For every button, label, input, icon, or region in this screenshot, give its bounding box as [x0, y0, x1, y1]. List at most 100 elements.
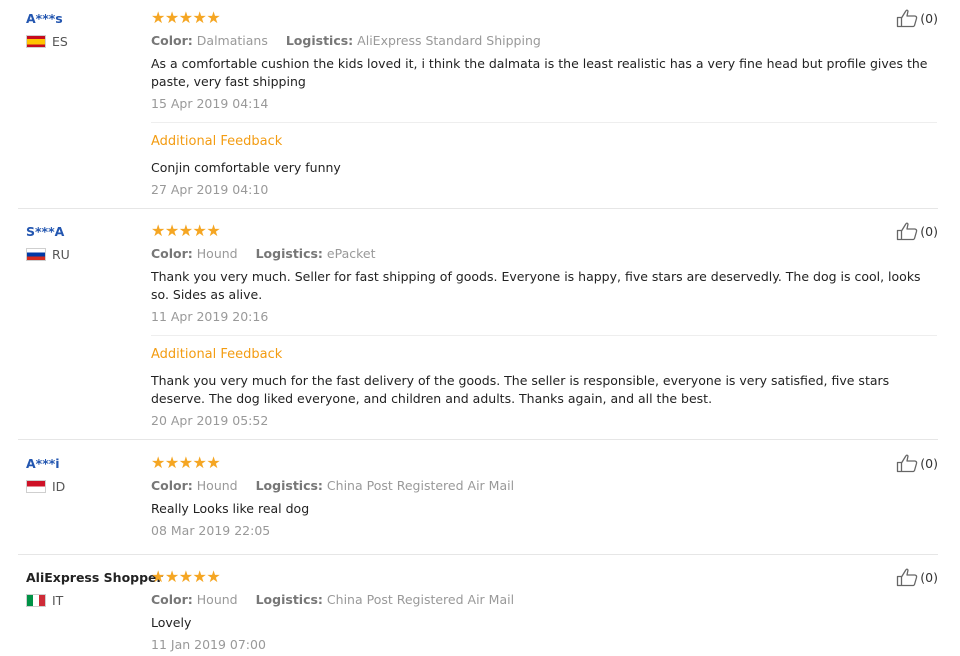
country-code: IT [52, 592, 64, 608]
star-rating: ★★★★★ [151, 10, 937, 26]
star-icon: ★ [206, 453, 221, 472]
star-icon: ★ [178, 221, 193, 240]
thumbs-up-icon [897, 9, 918, 28]
color-value: Hound [196, 592, 238, 607]
additional-feedback-text: Thank you very much for the fast deliver… [151, 373, 890, 406]
review-item: S***A RU ★★★★★ Color: Hound Logistics: e… [0, 221, 960, 440]
star-icon: ★ [151, 8, 165, 27]
reviewer-info: S***A RU [26, 223, 150, 262]
country-code: ES [52, 33, 68, 49]
star-icon: ★ [206, 567, 221, 586]
star-icon: ★ [151, 567, 165, 586]
star-icon: ★ [178, 8, 193, 27]
review-text: Really Looks like real dog [151, 501, 310, 516]
thumbs-up-icon [897, 222, 918, 241]
additional-feedback-title: Additional Feedback [151, 134, 283, 149]
star-icon: ★ [164, 453, 179, 472]
color-label: Color: [151, 592, 193, 607]
color-label: Color: [151, 246, 193, 261]
helpful-button[interactable]: (0) [896, 221, 938, 241]
star-icon: ★ [164, 221, 179, 240]
flag-it-icon [26, 593, 46, 607]
star-icon: ★ [192, 8, 207, 27]
review-content: ★★★★★ Color: Hound Logistics: ePacket Th… [151, 223, 937, 430]
order-attributes: Color: Hound Logistics: China Post Regis… [151, 477, 937, 494]
star-icon: ★ [164, 567, 179, 586]
color-value: Dalmatians [196, 33, 268, 48]
additional-feedback-title: Additional Feedback [151, 347, 283, 362]
star-rating: ★★★★★ [151, 455, 937, 471]
reviewer-info: A***s ES [26, 10, 150, 49]
color-label: Color: [151, 33, 193, 48]
star-icon: ★ [151, 453, 165, 472]
reviewer-info: A***i ID [26, 455, 150, 494]
logistics-value: ePacket [326, 246, 376, 261]
reviewer-country: IT [26, 592, 150, 608]
helpful-count: (0) [920, 455, 938, 471]
flag-es-icon [26, 34, 46, 48]
reviewer-country: RU [26, 246, 150, 262]
review-content: ★★★★★ Color: Hound Logistics: China Post… [151, 455, 937, 540]
review-item: AliExpress Shopper IT ★★★★★ Color: Hound… [0, 567, 960, 656]
reviewer-country: ID [26, 478, 150, 494]
reviewer-name[interactable]: S***A [26, 223, 150, 241]
order-attributes: Color: Dalmatians Logistics: AliExpress … [151, 32, 937, 49]
thumbs-up-icon [897, 568, 918, 587]
review-date: 11 Apr 2019 20:16 [151, 309, 269, 324]
logistics-label: Logistics: [285, 33, 354, 48]
review-content: ★★★★★ Color: Dalmatians Logistics: AliEx… [151, 10, 937, 199]
review-item: A***s ES ★★★★★ Color: Dalmatians Logisti… [0, 8, 960, 209]
helpful-count: (0) [920, 223, 938, 239]
additional-feedback-date: 27 Apr 2019 04:10 [151, 182, 269, 197]
logistics-value: AliExpress Standard Shipping [357, 33, 541, 48]
star-icon: ★ [151, 221, 165, 240]
additional-feedback-text: Conjin comfortable very funny [151, 160, 341, 175]
reviewer-country: ES [26, 33, 150, 49]
flag-ru-icon [26, 247, 46, 261]
country-code: RU [52, 246, 70, 262]
review-divider [18, 208, 938, 209]
country-code: ID [52, 478, 66, 494]
color-value: Hound [196, 478, 238, 493]
flag-id-icon [26, 479, 46, 493]
helpful-button[interactable]: (0) [896, 567, 938, 587]
star-icon: ★ [178, 567, 193, 586]
star-icon: ★ [206, 221, 221, 240]
review-text: Thank you very much. Seller for fast shi… [151, 269, 921, 302]
star-icon: ★ [164, 8, 179, 27]
logistics-label: Logistics: [255, 478, 323, 493]
helpful-count: (0) [920, 10, 938, 26]
reviewer-name[interactable]: A***i [26, 455, 150, 473]
additional-feedback: Additional Feedback Thank you very much … [151, 335, 937, 430]
star-icon: ★ [178, 453, 193, 472]
star-rating: ★★★★★ [151, 223, 937, 239]
star-icon: ★ [192, 567, 207, 586]
review-text: Lovely [151, 615, 192, 630]
feedback-list: A***s ES ★★★★★ Color: Dalmatians Logisti… [0, 0, 960, 656]
reviewer-name[interactable]: AliExpress Shopper [26, 569, 163, 587]
helpful-button[interactable]: (0) [896, 8, 938, 28]
helpful-button[interactable]: (0) [896, 453, 938, 473]
review-date: 08 Mar 2019 22:05 [151, 523, 271, 538]
star-icon: ★ [206, 8, 221, 27]
reviewer-info: AliExpress Shopper IT [26, 569, 163, 608]
additional-feedback-date: 20 Apr 2019 05:52 [151, 413, 269, 428]
review-date: 15 Apr 2019 04:14 [151, 96, 269, 111]
additional-feedback: Additional Feedback Conjin comfortable v… [151, 122, 937, 199]
review-content: ★★★★★ Color: Hound Logistics: China Post… [151, 569, 937, 654]
review-text: As a comfortable cushion the kids loved … [151, 56, 928, 89]
logistics-value: China Post Registered Air Mail [326, 592, 515, 607]
color-value: Hound [196, 246, 238, 261]
logistics-label: Logistics: [255, 246, 323, 261]
review-item: A***i ID ★★★★★ Color: Hound Logistics: C… [0, 453, 960, 555]
order-attributes: Color: Hound Logistics: ePacket [151, 245, 937, 262]
thumbs-up-icon [897, 454, 918, 473]
order-attributes: Color: Hound Logistics: China Post Regis… [151, 591, 937, 608]
star-icon: ★ [192, 453, 207, 472]
review-date: 11 Jan 2019 07:00 [151, 637, 266, 652]
reviewer-name[interactable]: A***s [26, 10, 150, 28]
review-divider [18, 554, 938, 555]
color-label: Color: [151, 478, 193, 493]
star-icon: ★ [192, 221, 207, 240]
review-divider [18, 439, 938, 440]
